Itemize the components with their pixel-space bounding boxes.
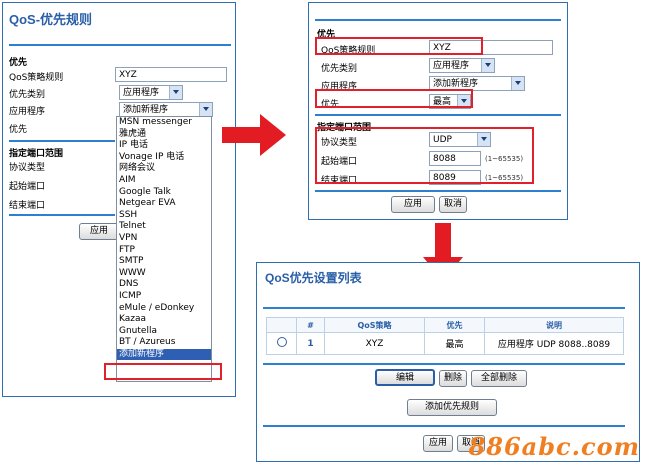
right-cancel-button[interactable]: 取消 — [439, 196, 467, 213]
left-priority-section-title: 优先 — [9, 58, 28, 68]
table-header-row: # QoS策略 优先 说明 — [266, 317, 624, 333]
dropdown-option[interactable]: AIM — [117, 175, 211, 187]
list-title-divider — [263, 307, 625, 309]
dropdown-option[interactable]: SSH — [117, 210, 211, 222]
left-apply-button[interactable]: 应用 — [79, 223, 119, 240]
list-panel-title: QoS优先设置列表 — [265, 271, 362, 285]
row-index: 1 — [296, 332, 325, 355]
dropdown-option[interactable]: Kazaa — [117, 314, 211, 326]
dropdown-option[interactable]: 网络会议 — [117, 163, 211, 175]
right-category-value: 应用程序 — [433, 61, 470, 71]
dropdown-option[interactable]: MSN messenger — [117, 117, 211, 129]
new-program-highlight — [104, 363, 222, 380]
right-bottom-divider — [315, 190, 561, 192]
right-top-divider — [315, 19, 561, 21]
dropdown-option[interactable]: FTP — [117, 245, 211, 257]
priority-rules-table: # QoS策略 优先 说明 1 XYZ 最高 应用程序 UDP 8088..80… — [266, 317, 624, 355]
left-category-select[interactable]: 应用程序 — [119, 85, 183, 100]
dropdown-option[interactable]: DNS — [117, 279, 211, 291]
left-start-port-label: 起始端口 — [9, 182, 46, 192]
column-header-priority: 优先 — [424, 317, 485, 333]
chevron-down-icon — [169, 86, 182, 99]
dropdown-option[interactable]: Telnet — [117, 221, 211, 233]
left-bottom-divider — [9, 214, 115, 216]
left-category-value: 应用程序 — [123, 88, 160, 98]
dropdown-option[interactable]: Gnutella — [117, 326, 211, 338]
dropdown-option[interactable]: SMTP — [117, 256, 211, 268]
arrow-right-icon — [222, 114, 286, 156]
left-title-divider — [9, 44, 231, 46]
dropdown-option[interactable]: ICMP — [117, 291, 211, 303]
dropdown-option[interactable]: Netgear EVA — [117, 198, 211, 210]
dropdown-option[interactable]: WWW — [117, 268, 211, 280]
edit-button[interactable]: 编辑 — [375, 369, 435, 386]
list-bottom-divider — [263, 425, 625, 427]
right-category-label: 优先类别 — [321, 64, 358, 74]
port-range-highlight — [315, 127, 534, 184]
column-header-description: 说明 — [484, 317, 624, 333]
row-select-cell — [266, 332, 297, 355]
dropdown-option[interactable]: IP 电话 — [117, 140, 211, 152]
dropdown-option[interactable]: VPN — [117, 233, 211, 245]
left-application-label: 应用程序 — [9, 107, 46, 117]
column-header-policy: QoS策略 — [324, 317, 425, 333]
left-application-select[interactable]: 添加新程序 — [119, 102, 213, 117]
right-application-value: 添加新程序 — [433, 79, 479, 89]
column-header-select — [266, 317, 297, 333]
table-row[interactable]: 1 XYZ 最高 应用程序 UDP 8088..8089 — [266, 332, 624, 355]
left-rule-input[interactable]: XYZ — [115, 67, 227, 82]
dropdown-option[interactable]: eMule / eDonkey — [117, 303, 211, 315]
left-rule-label: QoS策略规则 — [9, 73, 64, 83]
chevron-down-icon — [481, 59, 494, 72]
dropdown-option[interactable]: 雅虎通 — [117, 129, 211, 141]
dropdown-option[interactable]: BT / Azureus — [117, 337, 211, 349]
row-description: 应用程序 UDP 8088..8089 — [484, 332, 624, 355]
add-priority-rule-button[interactable]: 添加优先规则 — [407, 399, 497, 416]
application-dropdown-list[interactable]: MSN messenger 雅虎通 IP 电话 Vonage IP 电话 网络会议 AIM… — [116, 116, 212, 382]
left-end-port-label: 结束端口 — [9, 201, 46, 211]
row-policy: XYZ — [324, 332, 425, 355]
dropdown-option[interactable]: Vonage IP 电话 — [117, 152, 211, 164]
left-application-value: 添加新程序 — [123, 105, 169, 115]
list-mid-divider — [263, 363, 625, 365]
priority-highlight — [315, 89, 473, 108]
delete-all-button[interactable]: 全部删除 — [471, 370, 527, 387]
right-apply-button[interactable]: 应用 — [391, 196, 435, 213]
dropdown-option[interactable]: Google Talk — [117, 187, 211, 199]
chevron-down-icon — [199, 103, 212, 116]
application-dropdown-items: MSN messenger 雅虎通 IP 电话 Vonage IP 电话 网络会议 AIM… — [117, 117, 211, 361]
left-priority-label: 优先 — [9, 125, 28, 135]
left-section-divider — [9, 140, 115, 142]
right-category-select[interactable]: 应用程序 — [429, 58, 495, 73]
left-protocol-label: 协议类型 — [9, 163, 46, 173]
left-panel-title: QoS-优先规则 — [9, 12, 93, 27]
list-apply-button[interactable]: 应用 — [423, 435, 453, 452]
rule-name-highlight — [315, 37, 483, 55]
left-category-label: 优先类别 — [9, 90, 46, 100]
chevron-down-icon — [511, 77, 524, 90]
right-settings-panel: 优先 QoS策略规则 XYZ 优先类别 应用程序 应用程序 添加新程序 优先 最… — [308, 2, 568, 220]
column-header-index: # — [296, 317, 325, 333]
right-mid-divider — [315, 114, 561, 116]
row-select-radio[interactable] — [276, 337, 287, 347]
left-port-section-title: 指定端口范围 — [9, 149, 64, 159]
watermark-text: 886abc.com — [468, 432, 640, 461]
dropdown-option[interactable]: 添加新程序 — [117, 348, 211, 361]
delete-button[interactable]: 删除 — [439, 370, 467, 387]
row-priority: 最高 — [424, 332, 485, 355]
